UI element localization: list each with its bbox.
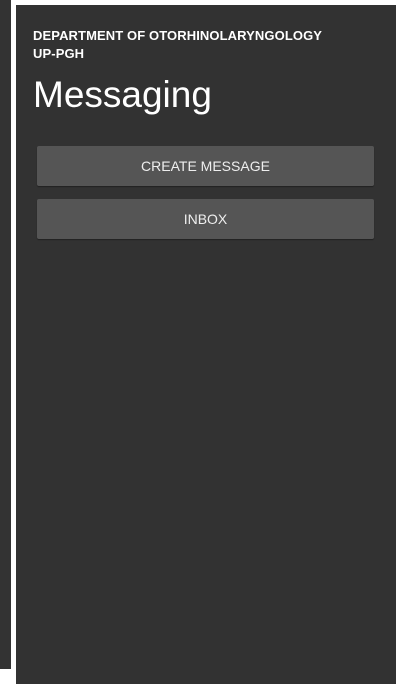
create-message-label: CREATE MESSAGE	[141, 158, 270, 174]
department-header: DEPARTMENT OF OTORHINOLARYNGOLOGY UP-PGH	[33, 27, 373, 63]
inbox-label: INBOX	[183, 211, 228, 227]
create-message-button[interactable]: CREATE MESSAGE	[37, 146, 374, 186]
department-subtitle: UP-PGH	[33, 46, 85, 61]
page-title: Messaging	[33, 74, 212, 115]
messaging-screen: DEPARTMENT OF OTORHINOLARYNGOLOGY UP-PGH…	[16, 5, 396, 684]
inbox-button[interactable]: INBOX	[37, 199, 374, 239]
background-panel-edge	[0, 0, 11, 669]
department-name: DEPARTMENT OF OTORHINOLARYNGOLOGY	[33, 28, 323, 43]
